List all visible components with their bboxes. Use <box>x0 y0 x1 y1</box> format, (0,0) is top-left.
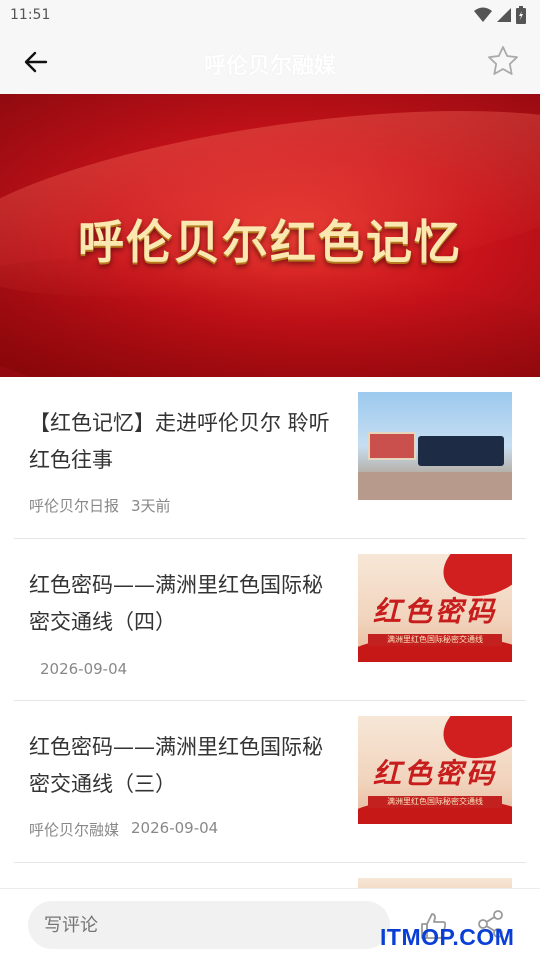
red-code-cover: 红色密码 满洲里红色国际秘密交通线 <box>358 554 512 662</box>
arrow-left-icon <box>24 50 48 78</box>
article-item[interactable]: 红色密码——满洲里红色国际秘密交通线（三） 呼伦贝尔融媒 2026-09-04 … <box>14 701 526 863</box>
comment-input[interactable] <box>28 901 390 949</box>
page-title: 呼伦贝尔融媒 <box>203 54 336 79</box>
photo-ground <box>358 472 512 500</box>
status-bar: 11:51 <box>0 0 540 32</box>
status-icons <box>474 6 526 28</box>
monument-train-photo <box>358 392 512 500</box>
article-thumbnail: 红色密码 满洲里红色国际秘密交通线 <box>358 716 512 824</box>
cover-title: 红色密码 <box>372 595 497 628</box>
article-time: 2026-09-04 <box>131 819 219 837</box>
cover-subtitle: 满洲里红色国际秘密交通线 <box>368 634 502 646</box>
banner-title: 呼伦贝尔红色记忆 <box>78 215 462 269</box>
article-source: 呼伦贝尔日报 <box>29 497 120 515</box>
photo-train <box>418 436 504 466</box>
banner-image[interactable]: 呼伦贝尔红色记忆 <box>0 94 540 377</box>
article-meta: 呼伦贝尔融媒 2026-09-04 <box>29 819 218 840</box>
red-code-cover: 红色密码 满洲里红色国际秘密交通线 <box>358 716 512 824</box>
article-meta: 2026-09-04 <box>40 660 127 678</box>
article-thumbnail: 红色密码 满洲里红色国际秘密交通线 <box>358 554 512 662</box>
status-time: 11:51 <box>10 7 51 23</box>
back-button[interactable] <box>20 48 52 80</box>
wifi-icon <box>474 7 492 27</box>
photo-monument <box>368 432 416 460</box>
signal-icon <box>496 7 512 27</box>
cover-title: 红色密码 <box>372 757 497 790</box>
article-title: 红色密码——满洲里红色国际秘密交通线（三） <box>29 735 323 796</box>
article-time: 3天前 <box>131 497 171 515</box>
article-item[interactable]: 红色密码——满洲里红色国际秘密交通线（四） 2026-09-04 红色密码 满洲… <box>14 539 526 701</box>
article-title: 【红色记忆】走进呼伦贝尔 聆听红色往事 <box>29 411 330 472</box>
star-icon <box>487 45 519 81</box>
article-time: 2026-09-04 <box>40 660 128 678</box>
article-thumbnail <box>358 392 512 500</box>
article-item[interactable]: 【红色记忆】走进呼伦贝尔 聆听红色往事 呼伦贝尔日报 3天前 <box>14 377 526 539</box>
article-list: 【红色记忆】走进呼伦贝尔 聆听红色往事 呼伦贝尔日报 3天前 红色密码——满洲里… <box>0 377 540 908</box>
article-meta: 呼伦贝尔日报 3天前 <box>29 495 171 516</box>
article-source: 呼伦贝尔融媒 <box>29 821 120 839</box>
battery-icon <box>516 6 526 28</box>
watermark: ITMOP.COM <box>380 924 515 950</box>
top-bar: 呼伦贝尔融媒 <box>0 32 540 94</box>
favorite-button[interactable] <box>486 46 520 80</box>
article-title: 红色密码——满洲里红色国际秘密交通线（四） <box>29 573 323 634</box>
cover-subtitle: 满洲里红色国际秘密交通线 <box>368 796 502 808</box>
